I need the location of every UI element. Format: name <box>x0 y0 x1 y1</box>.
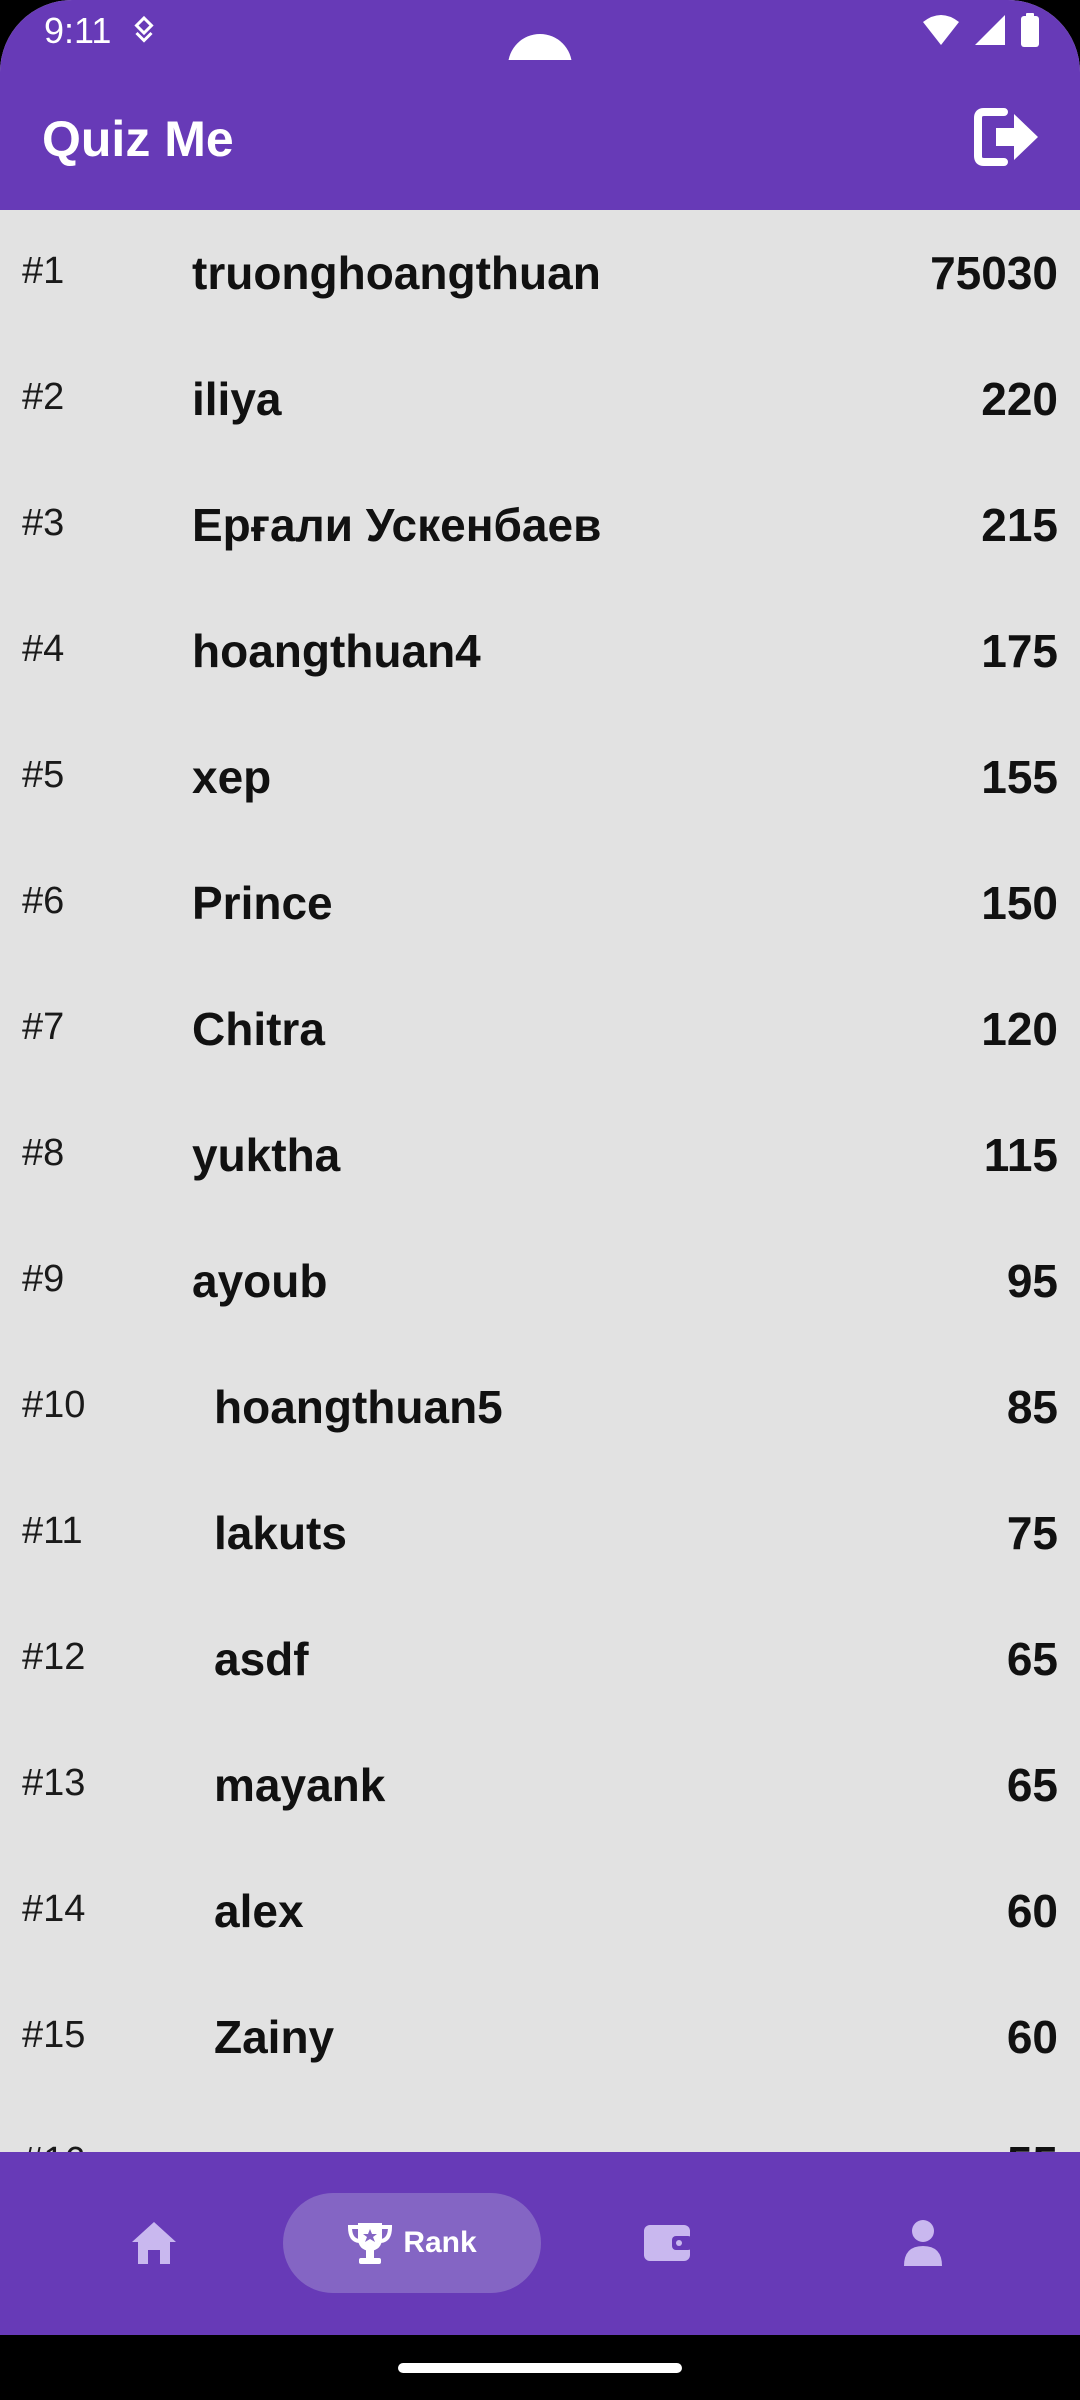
gesture-handle[interactable] <box>398 2363 682 2373</box>
player-name: ayoub <box>192 1255 328 1307</box>
sync-icon <box>134 15 154 43</box>
signal-icon <box>975 15 1005 45</box>
status-bar: 9:11 <box>0 0 1080 98</box>
leaderboard-row[interactable]: #7 Chitra 120 <box>0 966 1080 1092</box>
leaderboard-row[interactable]: #13 mayank 65 <box>0 1722 1080 1848</box>
leaderboard-row[interactable]: #3 Ерғали Ускенбаев 215 <box>0 462 1080 588</box>
leaderboard-row[interactable]: #10 hoangthuan5 85 <box>0 1344 1080 1470</box>
leaderboard-list[interactable]: #1 truonghoangthuan 75030 #2 iliya 220 #3 Ерғал… <box>0 210 1080 2152</box>
nav-profile[interactable] <box>873 2193 973 2293</box>
rank-number: #16 <box>22 2140 85 2152</box>
leaderboard-row[interactable]: #5 xep 155 <box>0 714 1080 840</box>
player-score: 95 <box>1006 1255 1058 1307</box>
player-name: Chitra <box>192 1003 325 1055</box>
logout-icon[interactable] <box>972 106 1042 168</box>
player-score: 65 <box>1006 1759 1058 1811</box>
rank-number: #2 <box>22 376 65 418</box>
rank-number: #12 <box>22 1636 86 1678</box>
player-score: 215 <box>981 499 1058 551</box>
player-name: lakuts <box>214 1507 347 1559</box>
player-score: 150 <box>981 877 1058 929</box>
player-score: 155 <box>981 751 1058 803</box>
leaderboard-rows: #1 truonghoangthuan 75030 #2 iliya 220 #3 Ерғал… <box>0 210 1080 2152</box>
rank-number: #15 <box>22 2014 86 2056</box>
leaderboard-row[interactable]: #11 lakuts 75 <box>0 1470 1080 1596</box>
rank-number: #7 <box>22 1006 65 1048</box>
leaderboard-row[interactable]: #9 ayoub 95 <box>0 1218 1080 1344</box>
leaderboard-row[interactable]: #16 55 <box>0 2100 1080 2152</box>
rank-number: #10 <box>22 1384 86 1426</box>
player-score: 65 <box>1006 1633 1058 1685</box>
player-name: asdf <box>214 1633 309 1685</box>
trophy-icon <box>348 2223 393 2264</box>
rank-number: #6 <box>22 880 65 922</box>
gesture-bar <box>0 2335 1080 2400</box>
home-icon <box>132 2222 176 2264</box>
player-name: Zainy <box>214 2011 335 2063</box>
rank-number: #13 <box>22 1762 86 1804</box>
player-name: xep <box>192 751 272 803</box>
player-name: iliya <box>192 373 282 425</box>
profile-icon <box>904 2220 942 2266</box>
player-score: 55 <box>1007 2136 1058 2152</box>
status-icons <box>922 12 1040 48</box>
leaderboard-row[interactable]: #2 iliya 220 <box>0 336 1080 462</box>
nav-rank[interactable]: Rank <box>283 2193 541 2293</box>
player-name: Ерғали Ускенбаев <box>192 499 602 551</box>
leaderboard-row[interactable]: #1 truonghoangthuan 75030 <box>0 210 1080 336</box>
player-name: alex <box>214 1885 304 1937</box>
leaderboard-row[interactable]: #15 Zainy 60 <box>0 1974 1080 2100</box>
player-score: 115 <box>983 1129 1058 1181</box>
nav-home[interactable] <box>104 2193 204 2293</box>
bottom-navigation: Rank <box>0 2152 1080 2335</box>
wifi-icon <box>923 15 959 45</box>
leaderboard-row[interactable]: #4 hoangthuan4 175 <box>0 588 1080 714</box>
player-score: 75030 <box>930 247 1058 299</box>
battery-icon <box>1021 13 1039 47</box>
rank-number: #11 <box>22 1510 83 1552</box>
player-score: 60 <box>1006 2011 1058 2063</box>
rank-number: #1 <box>22 250 65 292</box>
nav-rank-label: Rank <box>403 2226 477 2259</box>
nav-wallet[interactable] <box>617 2193 717 2293</box>
leaderboard-row[interactable]: #12 asdf 65 <box>0 1596 1080 1722</box>
rank-number: #3 <box>22 502 65 544</box>
player-score: 120 <box>981 1003 1058 1055</box>
app-title: Quiz Me <box>42 111 234 167</box>
player-name: hoangthuan4 <box>192 625 481 677</box>
player-name: mayank <box>214 1759 386 1811</box>
rank-number: #5 <box>22 754 65 796</box>
rank-number: #8 <box>22 1132 65 1174</box>
player-name: truonghoangthuan <box>192 247 601 299</box>
player-score: 75 <box>1006 1507 1058 1559</box>
rank-number: #14 <box>22 1888 86 1930</box>
player-name: hoangthuan5 <box>214 1381 503 1433</box>
player-score: 85 <box>1006 1381 1058 1433</box>
player-score: 175 <box>981 625 1058 677</box>
app-bar: Quiz Me <box>0 60 1080 210</box>
wallet-icon <box>644 2225 692 2261</box>
leaderboard-row[interactable]: #6 Prince 150 <box>0 840 1080 966</box>
player-name: Prince <box>192 877 333 929</box>
player-name: yuktha <box>192 1129 341 1181</box>
leaderboard-row[interactable]: #8 yuktha 115 <box>0 1092 1080 1218</box>
player-score: 220 <box>981 373 1058 425</box>
leaderboard-row[interactable]: #14 alex 60 <box>0 1848 1080 1974</box>
rank-number: #4 <box>22 628 65 670</box>
player-score: 60 <box>1006 1885 1058 1937</box>
screen: 9:11 Quiz Me #1truonghoangthuan75030# <box>0 0 1080 2400</box>
rank-number: #9 <box>22 1258 65 1300</box>
status-time: 9:11 <box>44 10 112 51</box>
